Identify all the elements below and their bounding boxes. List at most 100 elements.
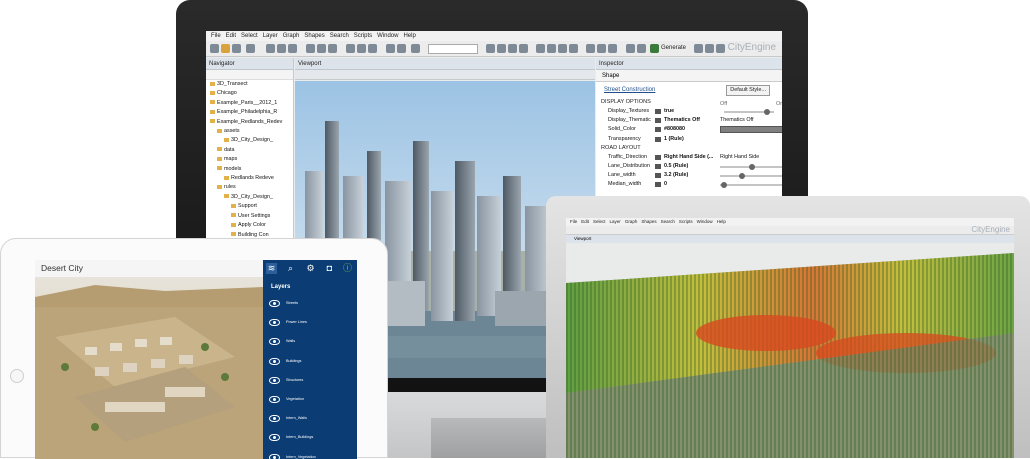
menu-item-select[interactable]: Select <box>241 31 258 41</box>
scale-tool-icon[interactable] <box>288 44 297 53</box>
attribute-slider[interactable] <box>720 163 782 170</box>
polygon-select-icon[interactable] <box>328 44 337 53</box>
laptop-menu-item-scripts[interactable]: Scripts <box>679 219 693 224</box>
layer-item[interactable]: Walls <box>269 336 353 348</box>
eye-icon[interactable] <box>269 300 280 307</box>
menu-item-window[interactable]: Window <box>377 31 398 41</box>
laptop-viewport-tab[interactable]: Viewport <box>566 235 1014 243</box>
search-icon[interactable]: ⌕ <box>285 263 296 274</box>
layer-item[interactable]: Streets <box>269 298 353 310</box>
laptop-menu-item-select[interactable]: Select <box>593 219 606 224</box>
menu-item-search[interactable]: Search <box>330 31 349 41</box>
laptop-menu-item-window[interactable]: Window <box>697 219 713 224</box>
rule-link-icon[interactable] <box>655 109 661 114</box>
rectangle-select-icon[interactable] <box>317 44 326 53</box>
eye-icon[interactable] <box>269 319 280 327</box>
laptop-menu-item-shapes[interactable]: Shapes <box>641 219 656 224</box>
tree-item[interactable]: 3D_City_Design_ <box>206 136 293 145</box>
navigator-tab[interactable]: Navigator <box>206 58 293 70</box>
tree-item[interactable]: Support <box>206 202 293 211</box>
menu-item-scripts[interactable]: Scripts <box>354 31 372 41</box>
slider-thumb[interactable] <box>738 173 745 180</box>
laptop-menu-item-help[interactable]: Help <box>717 219 726 224</box>
info-icon[interactable]: ⓘ <box>342 263 353 274</box>
tree-item[interactable]: User Settings <box>206 212 293 221</box>
block-tool-icon[interactable] <box>547 44 556 53</box>
import-tool-icon[interactable] <box>637 44 646 53</box>
undo-icon[interactable] <box>246 44 255 53</box>
building-tool-icon[interactable] <box>536 44 545 53</box>
color-swatch[interactable] <box>720 126 782 134</box>
menu-item-shapes[interactable]: Shapes <box>304 31 324 41</box>
tree-item[interactable]: rules <box>206 183 293 192</box>
menu-item-edit[interactable]: Edit <box>226 31 236 41</box>
rotate-tool-icon[interactable] <box>277 44 286 53</box>
open-folder-icon[interactable] <box>221 44 230 53</box>
layer-item[interactable]: Structures <box>269 375 353 387</box>
rule-link-icon[interactable] <box>655 182 661 188</box>
tree-item[interactable]: Example_Paris__2012_1 <box>206 99 293 108</box>
laptop-menu-item-layer[interactable]: Layer <box>610 219 621 224</box>
cleanup-tool-icon[interactable] <box>508 44 517 53</box>
new-icon[interactable] <box>210 44 219 53</box>
measure-tool-icon[interactable] <box>386 44 395 53</box>
shape-tool-icon[interactable] <box>357 44 366 53</box>
tree-item[interactable]: Example_Redlands_Redev <box>206 118 293 127</box>
save-icon[interactable] <box>232 44 241 53</box>
regenerate-icon[interactable] <box>694 44 703 53</box>
rule-link-icon[interactable] <box>655 154 661 160</box>
tablet-home-button[interactable] <box>10 369 24 383</box>
desert-city-3d-view[interactable] <box>35 277 263 459</box>
eye-icon[interactable] <box>269 415 280 423</box>
thematic-density-3d-view[interactable] <box>566 243 1014 458</box>
rule-link-icon[interactable] <box>655 118 661 124</box>
gear-icon[interactable]: ⚙ <box>305 263 316 274</box>
layer-item[interactable]: Power Lines <box>269 317 353 329</box>
laptop-menu-item-graph[interactable]: Graph <box>625 219 638 224</box>
lot-tool-icon[interactable] <box>558 44 567 53</box>
menu-item-graph[interactable]: Graph <box>283 31 300 41</box>
menu-item-file[interactable]: File <box>211 31 221 41</box>
attribute-tool-icon[interactable] <box>597 44 606 53</box>
eye-icon[interactable] <box>269 453 280 459</box>
textures-toggle-slider[interactable] <box>724 109 774 115</box>
layer-item[interactable]: Intern_Buildings <box>269 432 353 444</box>
extrude-tool-icon[interactable] <box>368 44 377 53</box>
layer-item[interactable]: Buildings <box>269 356 353 368</box>
attribute-dropdown[interactable]: Right Hand Side <box>720 153 778 162</box>
tree-item[interactable]: models <box>206 165 293 174</box>
layer-tool-icon[interactable] <box>486 44 495 53</box>
layer-item[interactable]: Vegetation <box>269 394 353 406</box>
attribute-dropdown[interactable]: Thematics Off <box>720 116 778 125</box>
select-tool-icon[interactable] <box>306 44 315 53</box>
rule-link-icon[interactable] <box>655 136 661 142</box>
graph-tool-icon[interactable] <box>519 44 528 53</box>
rule-tool-icon[interactable] <box>586 44 595 53</box>
laptop-menu-item-file[interactable]: File <box>570 219 577 224</box>
attribute-slider[interactable] <box>720 173 782 180</box>
terrain-tool-icon[interactable] <box>397 44 406 53</box>
shape-subtab[interactable]: Shape <box>596 70 782 82</box>
tree-item[interactable]: Apply Color <box>206 221 293 230</box>
eye-icon[interactable] <box>269 396 280 403</box>
model-tool-icon[interactable] <box>608 44 617 53</box>
export-tool-icon[interactable] <box>626 44 635 53</box>
tree-item[interactable]: Redlands Redeve <box>206 174 293 183</box>
search-input[interactable] <box>428 44 478 54</box>
generate-button[interactable]: Generate <box>661 43 686 54</box>
tree-item[interactable]: assets <box>206 127 293 136</box>
attribute-slider[interactable] <box>720 182 782 189</box>
generate-icon[interactable] <box>650 44 659 53</box>
rule-link-icon[interactable] <box>655 127 661 133</box>
slider-thumb[interactable] <box>749 163 755 170</box>
bookmark-icon[interactable]: ◘ <box>324 263 335 274</box>
rule-link-icon[interactable] <box>655 163 661 169</box>
layer-item[interactable]: Intern_Walls <box>269 413 353 425</box>
slider-thumb[interactable] <box>764 109 770 115</box>
layers-icon[interactable]: ≋ <box>266 263 277 274</box>
eye-icon[interactable] <box>269 357 280 365</box>
viewport-tab[interactable]: Viewport <box>295 58 595 70</box>
inspector-tab[interactable]: Inspector <box>596 58 782 70</box>
laptop-menu-item-search[interactable]: Search <box>661 219 675 224</box>
rule-link-icon[interactable] <box>655 173 661 179</box>
